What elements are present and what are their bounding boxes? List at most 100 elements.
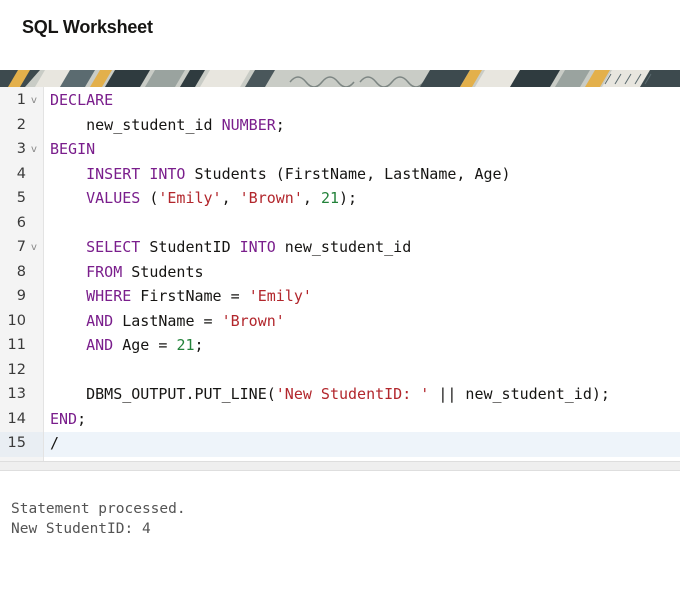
keyword-token: END: [50, 409, 78, 428]
line-number: 9: [16, 288, 26, 304]
code-line[interactable]: 9 WHERE FirstName = 'Emily': [0, 285, 680, 310]
line-number: 8: [16, 263, 26, 280]
text-token: ,: [221, 189, 240, 207]
output-line: Statement processed.: [11, 501, 186, 517]
line-number: 10: [7, 312, 26, 329]
code-line[interactable]: 11 AND Age = 21;: [0, 334, 680, 359]
line-number: 12: [7, 361, 26, 378]
keyword-token: BEGIN: [50, 140, 96, 158]
text-token: Age =: [113, 336, 177, 354]
code-line[interactable]: 6: [0, 212, 680, 237]
code-line[interactable]: 15 /: [0, 432, 680, 457]
chevron-down-icon[interactable]: v: [31, 144, 37, 155]
line-number: 11: [7, 337, 26, 353]
page-title: SQL Worksheet: [22, 17, 153, 37]
code-text: BEGIN: [50, 140, 95, 158]
text-token: FirstName =: [131, 287, 249, 305]
code-editor[interactable]: 1 v DECLARE 2 new_student_id NUMBER; 3 v BEGIN…: [0, 87, 680, 461]
line-number: 3: [16, 141, 26, 157]
code-line[interactable]: 12: [0, 359, 680, 384]
number-token: 21: [320, 189, 339, 207]
code-text: INSERT INTO Students (FirstName, LastNam…: [50, 164, 511, 183]
keyword-token: INSERT INTO: [86, 164, 186, 183]
code-line[interactable]: 7v SELECT StudentID INTO new_student_id: [0, 236, 680, 261]
worksheet-header: SQL Worksheet: [0, 0, 680, 70]
line-number: 15: [7, 435, 26, 451]
code-line[interactable]: 3 v BEGIN: [0, 138, 680, 163]
text-token: /: [50, 434, 60, 452]
chevron-down-icon[interactable]: v: [31, 242, 37, 253]
code-line[interactable]: 8 FROM Students: [0, 261, 680, 286]
text-token: new_student_id: [50, 115, 222, 134]
text-token: new_student_id: [275, 238, 412, 256]
line-number: 5: [16, 190, 26, 206]
keyword-token: NUMBER: [221, 115, 276, 134]
text-token: );: [339, 189, 358, 207]
keyword-token: DECLARE: [50, 91, 114, 109]
keyword-token: WHERE: [86, 287, 132, 305]
code-line[interactable]: 13 DBMS_OUTPUT.PUT_LINE('New StudentID: …: [0, 383, 680, 408]
code-line[interactable]: 1 v DECLARE: [0, 89, 680, 114]
string-token: 'Brown': [221, 311, 285, 330]
keyword-token: INTO: [239, 238, 276, 256]
code-line[interactable]: 4 INSERT INTO Students (FirstName, LastN…: [0, 163, 680, 188]
line-number: 1: [16, 92, 26, 108]
pane-splitter[interactable]: [0, 461, 680, 471]
line-number: 6: [16, 214, 26, 231]
decorative-banner: [0, 70, 680, 87]
text-token: ,: [302, 189, 321, 207]
code-text: new_student_id NUMBER;: [50, 116, 285, 134]
line-number: 2: [16, 116, 26, 133]
code-text: DBMS_OUTPUT.PUT_LINE('New StudentID: ' |…: [50, 385, 610, 403]
code-line[interactable]: 14 END;: [0, 408, 680, 433]
keyword-token: AND: [86, 311, 114, 330]
line-number: 14: [7, 410, 26, 427]
keyword-token: VALUES: [86, 189, 141, 207]
keyword-token: SELECT: [86, 238, 141, 256]
text-token: ;: [194, 336, 204, 354]
string-token: 'Brown': [239, 189, 303, 207]
code-text: AND LastName = 'Brown': [50, 312, 285, 330]
line-number: 7: [16, 239, 26, 255]
chevron-down-icon[interactable]: v: [31, 95, 37, 106]
code-text: FROM Students: [50, 262, 204, 281]
string-token: 'Emily': [248, 287, 312, 305]
text-token: ;: [275, 115, 285, 134]
code-text: SELECT StudentID INTO new_student_id: [50, 238, 411, 256]
text-token: Students (FirstName, LastName, Age): [185, 164, 511, 183]
code-text: DECLARE: [50, 91, 113, 109]
keyword-token: FROM: [86, 262, 123, 281]
number-token: 21: [176, 336, 195, 354]
code-line[interactable]: 10 AND LastName = 'Brown': [0, 310, 680, 335]
string-token: 'New StudentID: ': [275, 385, 430, 403]
string-token: 'Emily': [158, 189, 222, 207]
banner-pattern: [0, 70, 680, 87]
text-token: ;: [77, 409, 87, 428]
code-text: AND Age = 21;: [50, 336, 204, 354]
text-token: || new_student_id);: [429, 385, 610, 403]
line-number: 13: [7, 386, 26, 402]
code-line[interactable]: 2 new_student_id NUMBER;: [0, 114, 680, 139]
output-line: New StudentID: 4: [11, 521, 151, 537]
text-token: (: [140, 189, 159, 207]
line-number: 4: [16, 165, 26, 182]
code-text: VALUES ('Emily', 'Brown', 21);: [50, 189, 357, 207]
script-output-pane: Statement processed. New StudentID: 4: [0, 471, 680, 605]
keyword-token: AND: [86, 336, 114, 354]
text-token: DBMS_OUTPUT.PUT_LINE(: [50, 385, 276, 403]
text-token: StudentID: [140, 238, 240, 256]
code-text: /: [50, 434, 59, 452]
active-line-highlight: [44, 432, 680, 457]
text-token: LastName =: [113, 311, 222, 330]
code-line[interactable]: 5 VALUES ('Emily', 'Brown', 21);: [0, 187, 680, 212]
code-text: WHERE FirstName = 'Emily': [50, 287, 312, 305]
code-text: END;: [50, 410, 86, 428]
text-token: Students: [122, 262, 204, 281]
